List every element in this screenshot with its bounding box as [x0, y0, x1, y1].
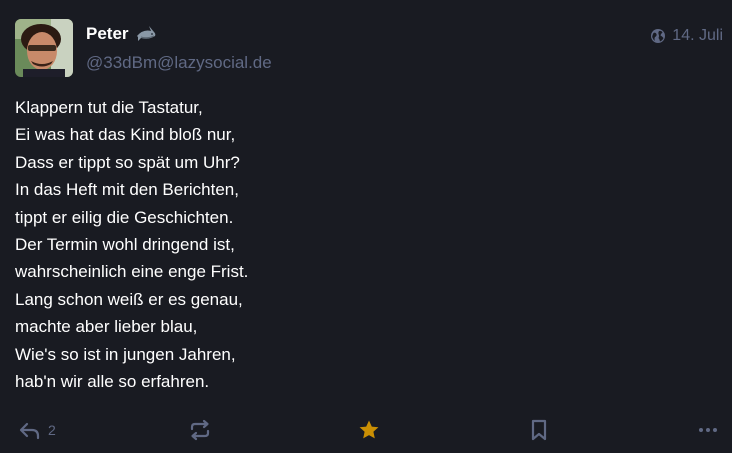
content-line: Lang schon weiß er es genau,	[15, 289, 243, 309]
status-content: Klappern tut die Tastatur, Ei was hat da…	[15, 94, 705, 395]
shark-emoji-icon	[136, 26, 155, 41]
display-name[interactable]: Peter	[86, 23, 129, 45]
avatar-image	[15, 19, 73, 77]
content-line: Ei was hat das Kind bloß nur,	[15, 125, 236, 145]
reply-button[interactable]: 2	[18, 412, 56, 448]
reply-count: 2	[48, 422, 56, 438]
boost-button[interactable]	[188, 412, 212, 448]
content-line: Wie's so ist in jungen Jahren,	[15, 344, 236, 364]
content-line: wahrscheinlich eine enge Frist.	[15, 262, 249, 282]
author-row: Peter	[86, 23, 157, 45]
favourite-button[interactable]	[357, 412, 381, 448]
status-action-bar: 2	[0, 412, 732, 448]
status-timestamp[interactable]: 14. Juli	[650, 27, 723, 45]
globe-icon	[651, 29, 666, 43]
content-line: Klappern tut die Tastatur,	[15, 98, 203, 117]
bookmark-button[interactable]	[527, 412, 551, 448]
timestamp-text: 14. Juli	[672, 27, 723, 44]
avatar[interactable]	[15, 19, 73, 77]
more-icon	[699, 428, 717, 432]
content-line: hab'n wir alle so erfahren.	[15, 372, 210, 392]
account-handle[interactable]: @33dBm@lazysocial.de	[86, 52, 272, 74]
status-card: Peter @33dBm@lazysocial.de 14. Juli Klap…	[0, 0, 732, 453]
reply-icon	[19, 422, 40, 440]
bookmark-icon	[531, 419, 547, 441]
content-line: In das Heft mit den Berichten,	[15, 180, 239, 200]
star-icon	[359, 420, 379, 439]
content-line: tippt er eilig die Geschichten.	[15, 207, 234, 227]
more-options-button[interactable]	[696, 412, 720, 448]
boost-icon	[190, 419, 210, 441]
content-line: Dass er tippt so spät um Uhr?	[15, 152, 240, 172]
content-line: machte aber lieber blau,	[15, 317, 198, 337]
content-line: Der Termin wohl dringend ist,	[15, 235, 235, 255]
